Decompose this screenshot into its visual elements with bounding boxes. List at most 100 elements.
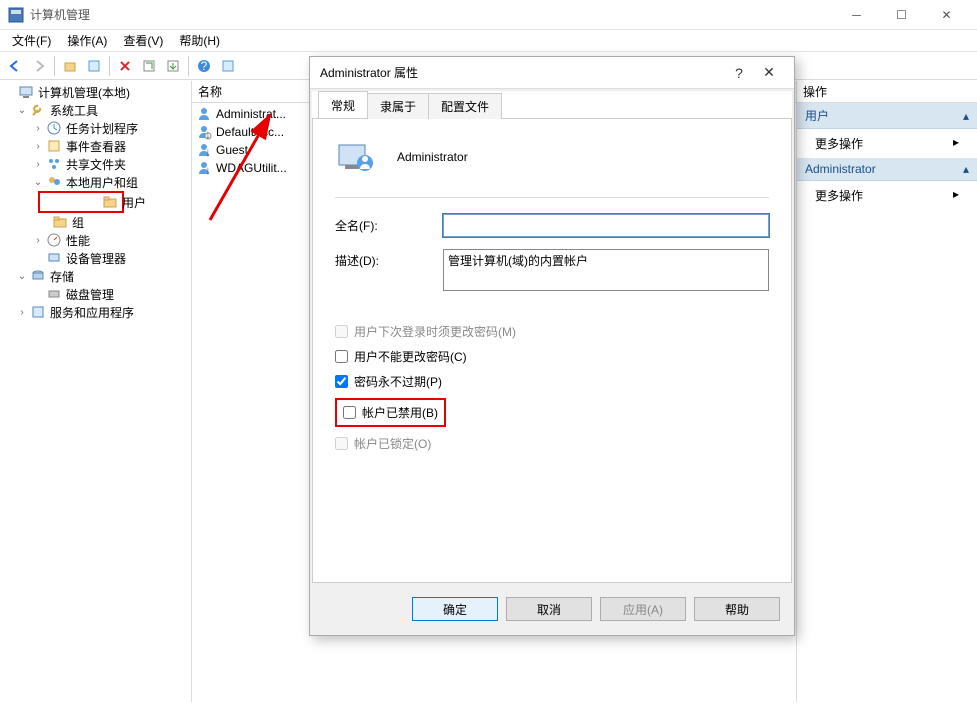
menu-help[interactable]: 帮助(H) bbox=[171, 30, 228, 51]
tree-label: 本地用户和组 bbox=[64, 174, 140, 191]
tree-label: 服务和应用程序 bbox=[48, 304, 136, 321]
minimize-button[interactable]: ─ bbox=[834, 0, 879, 30]
must-change-row: 用户下次登录时须更改密码(M) bbox=[335, 323, 769, 340]
disk-icon bbox=[46, 286, 62, 302]
tree-task-scheduler[interactable]: › 任务计划程序 bbox=[0, 119, 191, 137]
account-locked-label: 帐户已锁定(O) bbox=[354, 435, 431, 452]
fullname-label: 全名(F): bbox=[335, 214, 443, 234]
delete-button[interactable] bbox=[114, 55, 136, 77]
tree-local-users[interactable]: ⌄ 本地用户和组 bbox=[0, 173, 191, 191]
user-icon bbox=[196, 106, 212, 122]
maximize-button[interactable]: ☐ bbox=[879, 0, 924, 30]
expander-icon[interactable]: › bbox=[16, 307, 28, 318]
user-icon: ↓ bbox=[196, 124, 212, 140]
menu-view[interactable]: 查看(V) bbox=[115, 30, 171, 51]
tree-services-apps[interactable]: › 服务和应用程序 bbox=[0, 303, 191, 321]
tree-label: 事件查看器 bbox=[64, 138, 128, 155]
actions-header: 操作 bbox=[797, 81, 977, 103]
expander-icon[interactable]: ⌄ bbox=[16, 271, 28, 282]
menu-file[interactable]: 文件(F) bbox=[4, 30, 59, 51]
close-button[interactable]: ✕ bbox=[924, 0, 969, 30]
tab-general[interactable]: 常规 bbox=[318, 91, 368, 118]
computer-icon bbox=[18, 84, 34, 100]
cannot-change-row[interactable]: 用户不能更改密码(C) bbox=[335, 348, 769, 365]
services-icon bbox=[30, 304, 46, 320]
help-button[interactable]: 帮助 bbox=[694, 597, 780, 621]
expander-icon[interactable]: ⌄ bbox=[32, 177, 44, 188]
expander-icon[interactable]: › bbox=[32, 235, 44, 246]
expander-icon[interactable]: ⌄ bbox=[16, 105, 28, 116]
fullname-input[interactable] bbox=[443, 214, 769, 237]
export-button[interactable] bbox=[162, 55, 184, 77]
dialog-titlebar: Administrator 属性 ? ✕ bbox=[310, 57, 794, 89]
actions-section-label: 用户 bbox=[805, 107, 829, 124]
up-button[interactable] bbox=[59, 55, 81, 77]
storage-icon bbox=[30, 268, 46, 284]
actions-more-2[interactable]: 更多操作 ▸ bbox=[797, 181, 977, 210]
back-button[interactable] bbox=[4, 55, 26, 77]
tree-users[interactable]: 用户 bbox=[88, 193, 122, 211]
tab-profile[interactable]: 配置文件 bbox=[428, 93, 502, 119]
menu-action[interactable]: 操作(A) bbox=[59, 30, 115, 51]
never-expire-row[interactable]: 密码永不过期(P) bbox=[335, 373, 769, 390]
dialog-close-button[interactable]: ✕ bbox=[754, 64, 784, 81]
toolbar-sep3 bbox=[188, 56, 189, 76]
actions-section-users[interactable]: 用户 ▴ bbox=[797, 103, 977, 129]
device-icon bbox=[46, 250, 62, 266]
account-disabled-checkbox[interactable] bbox=[343, 406, 356, 419]
collapse-up-icon: ▴ bbox=[963, 162, 969, 176]
tree-event-viewer[interactable]: › 事件查看器 bbox=[0, 137, 191, 155]
window-title: 计算机管理 bbox=[30, 6, 834, 23]
forward-button[interactable] bbox=[28, 55, 50, 77]
clock-icon bbox=[46, 120, 62, 136]
tree-groups[interactable]: 组 bbox=[0, 213, 191, 231]
help-button[interactable]: ? bbox=[193, 55, 215, 77]
dialog-help-button[interactable]: ? bbox=[724, 65, 754, 81]
tree-panel: 计算机管理(本地) ⌄ 系统工具 › 任务计划程序 › 事件查看器 › 共享文件… bbox=[0, 81, 192, 702]
tree-device-manager[interactable]: 设备管理器 bbox=[0, 249, 191, 267]
actions-section-label: Administrator bbox=[805, 162, 876, 176]
disabled-row[interactable]: 帐户已禁用(B) bbox=[335, 398, 769, 427]
user-large-icon bbox=[335, 137, 375, 177]
tree-disk-mgmt[interactable]: 磁盘管理 bbox=[0, 285, 191, 303]
list-item-label: WDAGUtilit... bbox=[216, 161, 287, 175]
actions-more-1[interactable]: 更多操作 ▸ bbox=[797, 129, 977, 158]
tree-system-tools[interactable]: ⌄ 系统工具 bbox=[0, 101, 191, 119]
tree-shared-folders[interactable]: › 共享文件夹 bbox=[0, 155, 191, 173]
must-change-label: 用户下次登录时须更改密码(M) bbox=[354, 323, 516, 340]
tree-label: 用户 bbox=[120, 194, 148, 211]
tree-label: 设备管理器 bbox=[64, 250, 128, 267]
toolbar-sep2 bbox=[109, 56, 110, 76]
actions-section-admin[interactable]: Administrator ▴ bbox=[797, 158, 977, 181]
cannot-change-checkbox[interactable] bbox=[335, 350, 348, 363]
tree-storage[interactable]: ⌄ 存储 bbox=[0, 267, 191, 285]
tree-performance[interactable]: › 性能 bbox=[0, 231, 191, 249]
tree-label: 性能 bbox=[64, 232, 92, 249]
cancel-button[interactable]: 取消 bbox=[506, 597, 592, 621]
must-change-checkbox bbox=[335, 325, 348, 338]
dialog-username: Administrator bbox=[397, 150, 468, 164]
actions-panel: 操作 用户 ▴ 更多操作 ▸ Administrator ▴ 更多操作 ▸ bbox=[797, 81, 977, 702]
account-disabled-label: 帐户已禁用(B) bbox=[362, 404, 438, 421]
list-item-label: Administrat... bbox=[216, 107, 286, 121]
ok-button[interactable]: 确定 bbox=[412, 597, 498, 621]
svg-text:↓: ↓ bbox=[205, 163, 211, 176]
tab-memberof[interactable]: 隶属于 bbox=[367, 93, 429, 119]
view-button[interactable] bbox=[217, 55, 239, 77]
tree-root[interactable]: 计算机管理(本地) bbox=[0, 83, 191, 101]
refresh-button[interactable] bbox=[138, 55, 160, 77]
description-input[interactable]: 管理计算机(域)的内置帐户 bbox=[443, 249, 769, 291]
properties-button[interactable] bbox=[83, 55, 105, 77]
apply-button[interactable]: 应用(A) bbox=[600, 597, 686, 621]
never-expire-label: 密码永不过期(P) bbox=[354, 373, 442, 390]
expander-icon[interactable]: › bbox=[32, 141, 44, 152]
svg-text:↓: ↓ bbox=[205, 145, 211, 158]
svg-text:↓: ↓ bbox=[205, 127, 211, 140]
expander-icon[interactable]: › bbox=[32, 123, 44, 134]
expander-icon[interactable]: › bbox=[32, 159, 44, 170]
event-icon bbox=[46, 138, 62, 154]
properties-dialog: Administrator 属性 ? ✕ 常规 隶属于 配置文件 Adminis… bbox=[309, 56, 795, 636]
highlight-disabled: 帐户已禁用(B) bbox=[335, 398, 446, 427]
toolbar-sep bbox=[54, 56, 55, 76]
never-expire-checkbox[interactable] bbox=[335, 375, 348, 388]
